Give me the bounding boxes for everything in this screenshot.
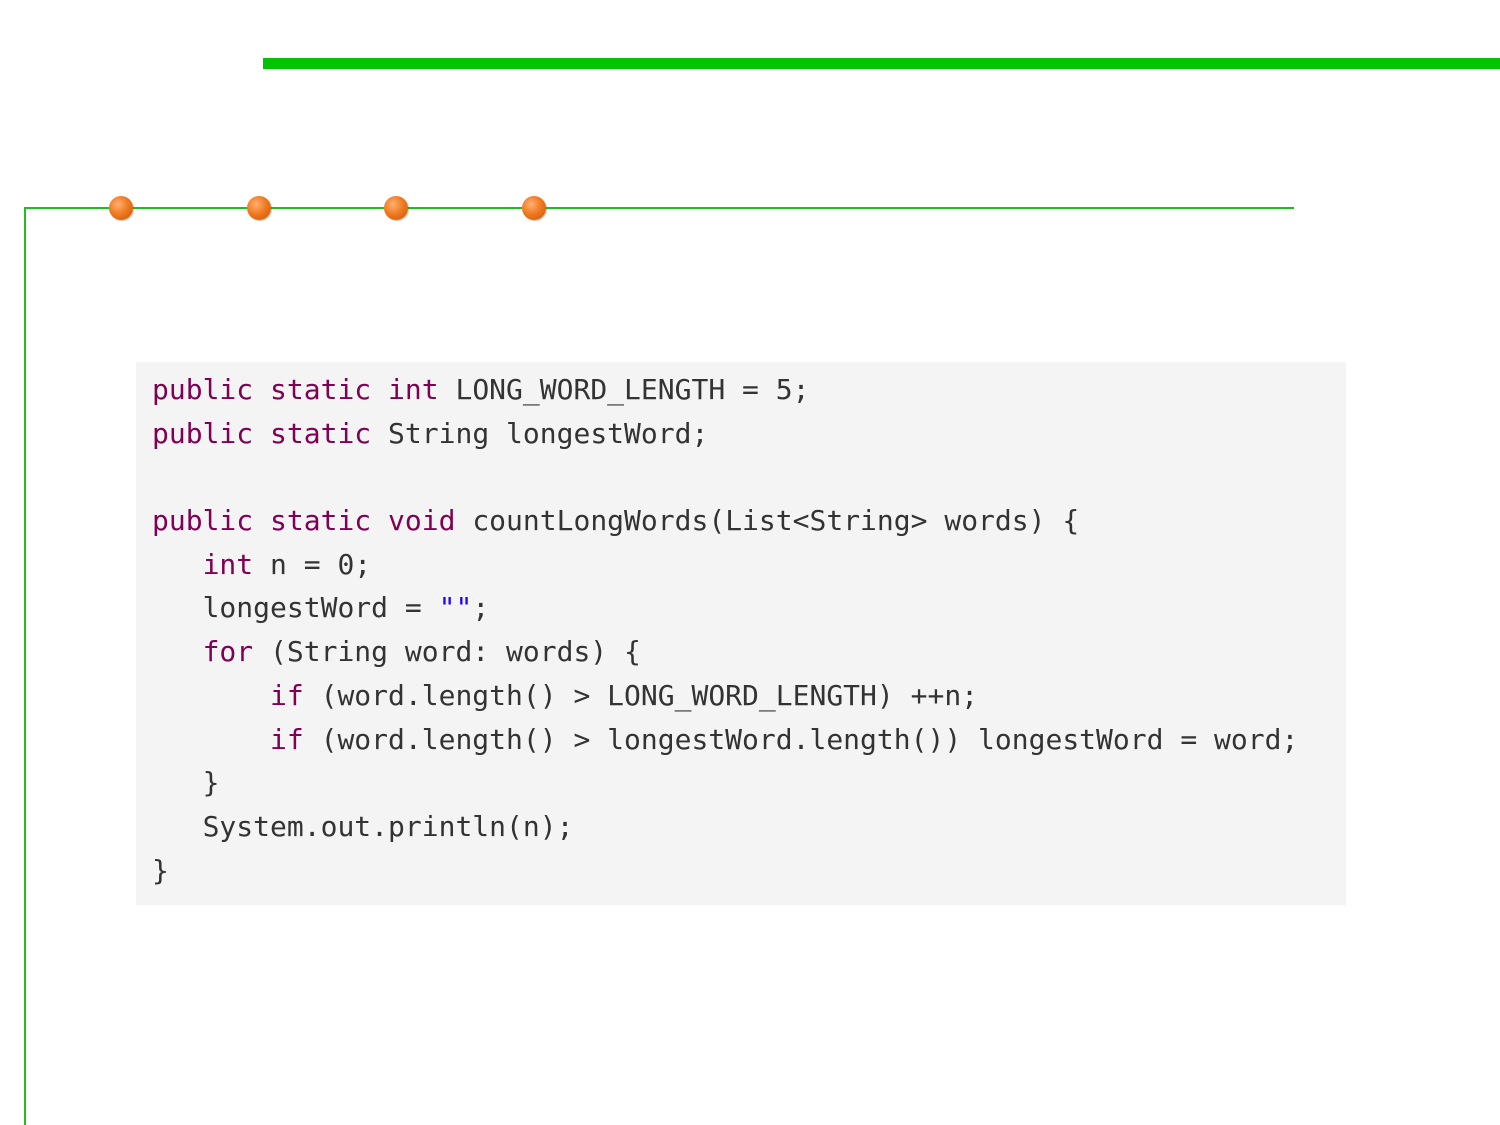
code-line: public static void countLongWords(List<S… bbox=[152, 499, 1346, 543]
code-token: String longestWord; bbox=[371, 416, 709, 450]
code-keyword: int bbox=[388, 373, 439, 406]
code-keyword: if bbox=[270, 722, 304, 756]
code-line: } bbox=[152, 761, 1346, 805]
code-keyword: static bbox=[270, 416, 372, 450]
code-string: "" bbox=[438, 591, 473, 625]
title-underline-bar bbox=[263, 58, 1500, 69]
code-keyword: static bbox=[270, 504, 372, 538]
bullet-dot-4 bbox=[522, 196, 546, 220]
code-line: System.out.println(n); bbox=[152, 805, 1346, 849]
code-token: (word.length() > LONG_WORD_LENGTH) ++n; bbox=[303, 678, 979, 712]
code-keyword: int bbox=[202, 547, 254, 581]
code-token: longestWord = bbox=[202, 591, 439, 625]
code-keyword: for bbox=[202, 635, 254, 669]
code-token: (word.length() > longestWord.length()) l… bbox=[303, 722, 1299, 756]
horizontal-rule bbox=[24, 207, 1294, 209]
code-token: (String word: words) { bbox=[253, 635, 641, 669]
code-line: for (String word: words) { bbox=[152, 630, 1346, 674]
vertical-rule bbox=[24, 207, 26, 1125]
code-token: LONG_WORD_LENGTH = 5; bbox=[438, 373, 810, 406]
code-line: public static int LONG_WORD_LENGTH = 5; bbox=[152, 368, 1346, 412]
code-token: n = 0; bbox=[253, 547, 372, 581]
bullet-dot-2 bbox=[247, 196, 271, 220]
code-token: } bbox=[202, 766, 220, 800]
code-token: ; bbox=[472, 591, 490, 625]
code-keyword: void bbox=[388, 504, 456, 538]
code-line: int n = 0; bbox=[152, 543, 1346, 587]
code-keyword: public bbox=[152, 504, 254, 538]
code-keyword: public bbox=[152, 373, 254, 406]
bullet-dot-1 bbox=[109, 196, 133, 220]
code-keyword: public bbox=[152, 416, 254, 450]
code-keyword: if bbox=[270, 678, 304, 712]
code-line: public static String longestWord; bbox=[152, 412, 1346, 456]
code-line: if (word.length() > longestWord.length()… bbox=[152, 718, 1346, 762]
code-keyword: static bbox=[270, 373, 372, 406]
code-line: longestWord = ""; bbox=[152, 586, 1346, 630]
code-line: if (word.length() > LONG_WORD_LENGTH) ++… bbox=[152, 674, 1346, 718]
code-token: countLongWords(List<String> words) { bbox=[455, 504, 1080, 538]
bullet-dot-3 bbox=[384, 196, 408, 220]
code-token: System.out.println(n); bbox=[202, 809, 574, 843]
code-block: public static int LONG_WORD_LENGTH = 5; p… bbox=[136, 362, 1346, 905]
code-line: } bbox=[152, 849, 1346, 893]
code-token: } bbox=[152, 853, 169, 887]
